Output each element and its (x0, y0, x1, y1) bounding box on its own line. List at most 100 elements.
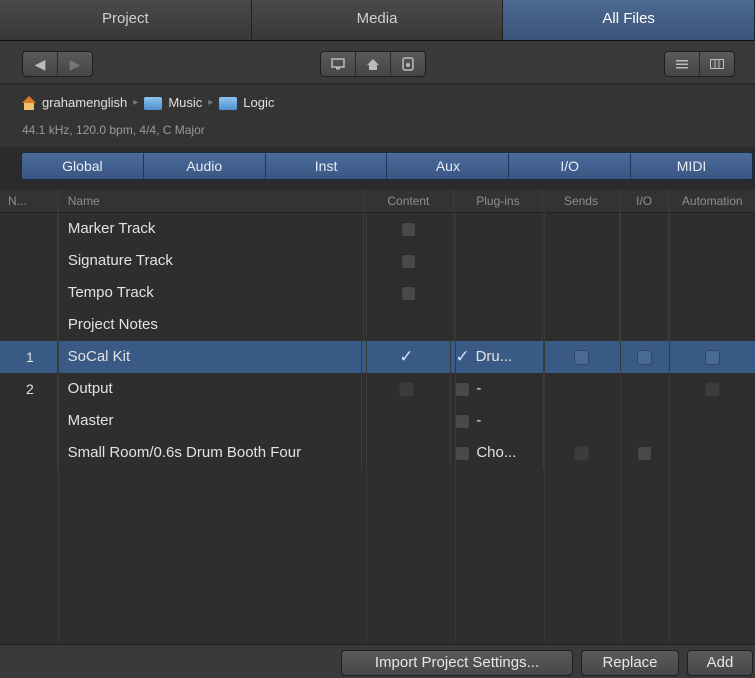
back-arrow-icon[interactable]: ◀ (23, 52, 58, 76)
header-number[interactable]: N... (0, 190, 58, 212)
plugins-cell: - (451, 373, 545, 405)
row-number: 1 (0, 341, 58, 373)
automation-checkbox[interactable] (704, 381, 720, 397)
list-view-icon[interactable] (665, 52, 700, 76)
plugin-name: - (476, 412, 482, 429)
column-divider (544, 212, 545, 643)
filter-io[interactable]: I/O (509, 153, 632, 179)
automation-cell (669, 309, 755, 341)
automation-cell (669, 213, 755, 245)
automation-cell (670, 341, 755, 373)
toolbar: ◀ ▶ (0, 41, 755, 83)
plugins-checkbox[interactable] (455, 413, 471, 429)
content-cell (364, 277, 454, 309)
row-name: Project Notes (58, 309, 365, 341)
table-row[interactable]: Marker Track (0, 213, 755, 245)
sends-cell (544, 373, 621, 405)
checkmark-icon[interactable]: ✓ (399, 341, 413, 373)
header-io[interactable]: I/O (620, 190, 670, 212)
logic-folder-icon (219, 97, 238, 110)
io-cell (620, 213, 670, 245)
plugins-cell (454, 213, 544, 245)
row-name: Output (58, 373, 363, 405)
plugins-checkbox[interactable] (455, 381, 471, 397)
home-folder-icon (22, 96, 36, 110)
content-checkbox[interactable] (400, 253, 416, 269)
table-row[interactable]: 2 Output - (0, 373, 755, 405)
table-row[interactable]: Tempo Track (0, 277, 755, 309)
io-cell (621, 437, 670, 469)
drive-icon[interactable] (391, 52, 425, 76)
tab-all-files[interactable]: All Files (503, 0, 755, 40)
column-divider (669, 212, 670, 643)
header-sends[interactable]: Sends (543, 190, 620, 212)
forward-arrow-icon[interactable]: ▶ (58, 52, 92, 76)
tab-project[interactable]: Project (0, 0, 252, 40)
column-divider (620, 212, 621, 643)
row-name: Signature Track (58, 245, 365, 277)
io-checkbox[interactable] (637, 349, 653, 365)
breadcrumb-music[interactable]: Music (168, 95, 202, 110)
automation-cell (669, 277, 755, 309)
plugin-name: - (476, 380, 482, 397)
filter-midi[interactable]: MIDI (631, 153, 752, 179)
content-cell (362, 373, 452, 405)
browser-tabs: Project Media All Files (0, 0, 755, 41)
checkmark-icon[interactable]: ✓ (455, 341, 469, 373)
plugins-cell: ✓ Dru... (451, 341, 545, 373)
table-row[interactable]: Small Room/0.6s Drum Booth Four Cho... (0, 437, 755, 469)
computer-icon[interactable] (321, 52, 356, 76)
header-name[interactable]: Name (58, 190, 365, 212)
content-cell (364, 309, 454, 341)
automation-cell (669, 245, 755, 277)
header-automation[interactable]: Automation (669, 190, 755, 212)
sends-checkbox[interactable] (574, 349, 590, 365)
header-plugins[interactable]: Plug-ins (454, 190, 544, 212)
breadcrumb-home[interactable]: grahamenglish (42, 95, 127, 110)
table-row[interactable]: Master - (0, 405, 755, 437)
home-icon[interactable] (356, 52, 391, 76)
automation-checkbox[interactable] (704, 349, 720, 365)
nav-buttons: ◀ ▶ (22, 51, 93, 77)
music-folder-icon (144, 97, 163, 110)
project-info: 44.1 kHz, 120.0 bpm, 4/4, C Major (22, 123, 205, 137)
plugins-cell: - (451, 405, 545, 437)
row-number (0, 245, 58, 277)
filter-inst[interactable]: Inst (265, 153, 388, 179)
content-cell (364, 213, 454, 245)
sends-cell (544, 405, 621, 437)
filter-audio[interactable]: Audio (143, 153, 266, 179)
breadcrumb-separator-icon: ▸ (208, 97, 214, 108)
column-divider (455, 212, 456, 643)
import-project-settings-button[interactable]: Import Project Settings... (341, 650, 573, 676)
io-cell (620, 245, 670, 277)
header-content[interactable]: Content (364, 190, 454, 212)
filter-aux[interactable]: Aux (387, 153, 510, 179)
content-checkbox[interactable] (400, 285, 416, 301)
filter-global[interactable]: Global (22, 153, 144, 179)
table-row[interactable]: Signature Track (0, 245, 755, 277)
breadcrumb-logic[interactable]: Logic (243, 95, 274, 110)
plugins-cell (454, 309, 544, 341)
content-cell: ✓ (362, 341, 452, 373)
plugins-checkbox[interactable] (455, 445, 471, 461)
content-cell (364, 245, 454, 277)
column-divider (366, 212, 367, 643)
tab-media[interactable]: Media (251, 0, 504, 40)
io-checkbox[interactable] (637, 445, 653, 461)
sends-cell (543, 213, 620, 245)
automation-cell (670, 437, 755, 469)
io-cell (620, 309, 670, 341)
replace-button[interactable]: Replace (581, 650, 679, 676)
content-checkbox[interactable] (400, 221, 416, 237)
content-checkbox[interactable] (398, 381, 414, 397)
table-row[interactable]: Project Notes (0, 309, 755, 341)
column-view-icon[interactable] (700, 52, 734, 76)
plugin-name: Dru... (475, 348, 513, 365)
add-button[interactable]: Add (687, 650, 753, 676)
sends-cell (543, 245, 620, 277)
io-cell (621, 373, 670, 405)
table-header: N... Name Content Plug-ins Sends I/O Aut… (0, 190, 755, 213)
table-row-selected[interactable]: 1 SoCal Kit ✓ ✓ Dru... (0, 341, 755, 373)
sends-checkbox[interactable] (574, 445, 590, 461)
